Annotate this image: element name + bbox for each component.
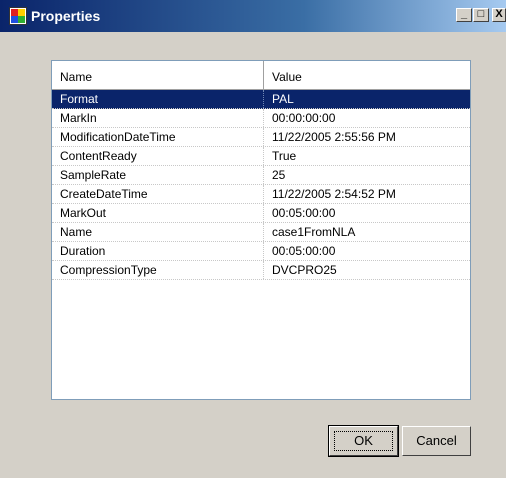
maximize-button[interactable]: □ bbox=[473, 8, 489, 22]
table-row[interactable]: ContentReady True bbox=[52, 147, 470, 166]
table-row[interactable]: CompressionType DVCPRO25 bbox=[52, 261, 470, 280]
close-button[interactable]: X bbox=[492, 8, 506, 22]
column-header-value[interactable]: Value bbox=[264, 61, 470, 89]
property-name-cell[interactable]: ModificationDateTime bbox=[52, 128, 264, 146]
property-name-cell[interactable]: CreateDateTime bbox=[52, 185, 264, 203]
table-row[interactable]: Format PAL bbox=[52, 90, 470, 109]
table-row[interactable]: MarkOut 00:05:00:00 bbox=[52, 204, 470, 223]
property-value-cell[interactable]: True bbox=[264, 147, 470, 165]
window-title: Properties bbox=[31, 8, 101, 24]
grid-header: Name Value bbox=[52, 61, 470, 90]
property-value-cell[interactable]: case1FromNLA bbox=[264, 223, 470, 241]
property-value-cell[interactable]: 00:05:00:00 bbox=[264, 242, 470, 260]
table-row[interactable]: ModificationDateTime 11/22/2005 2:55:56 P… bbox=[52, 128, 470, 147]
table-row[interactable]: Duration 00:05:00:00 bbox=[52, 242, 470, 261]
ok-button[interactable]: OK bbox=[328, 425, 399, 457]
property-value-cell[interactable]: 11/22/2005 2:54:52 PM bbox=[264, 185, 470, 203]
property-value-cell[interactable]: PAL bbox=[264, 90, 470, 108]
property-name-cell[interactable]: Name bbox=[52, 223, 264, 241]
property-name-cell[interactable]: Duration bbox=[52, 242, 264, 260]
property-value-cell[interactable]: 25 bbox=[264, 166, 470, 184]
property-name-cell[interactable]: MarkIn bbox=[52, 109, 264, 127]
column-header-name[interactable]: Name bbox=[52, 61, 264, 89]
app-icon bbox=[9, 7, 27, 25]
property-name-cell[interactable]: MarkOut bbox=[52, 204, 264, 222]
property-name-cell[interactable]: Format bbox=[52, 90, 264, 108]
property-grid[interactable]: Name Value Format PAL MarkIn 00:00:00:00 Mod… bbox=[51, 60, 471, 400]
property-value-cell[interactable]: 00:00:00:00 bbox=[264, 109, 470, 127]
property-value-cell[interactable]: 00:05:00:00 bbox=[264, 204, 470, 222]
table-row[interactable]: Name case1FromNLA bbox=[52, 223, 470, 242]
property-value-cell[interactable]: 11/22/2005 2:55:56 PM bbox=[264, 128, 470, 146]
property-name-cell[interactable]: ContentReady bbox=[52, 147, 264, 165]
focus-rectangle bbox=[334, 431, 393, 451]
cancel-button[interactable]: Cancel bbox=[402, 426, 471, 456]
property-value-cell[interactable]: DVCPRO25 bbox=[264, 261, 470, 279]
minimize-button[interactable]: _ bbox=[456, 8, 472, 22]
title-bar[interactable]: Properties _ □ X bbox=[0, 0, 506, 32]
property-name-cell[interactable]: SampleRate bbox=[52, 166, 264, 184]
grid-rows: Format PAL MarkIn 00:00:00:00 ModificationDa… bbox=[52, 90, 470, 280]
table-row[interactable]: MarkIn 00:00:00:00 bbox=[52, 109, 470, 128]
property-name-cell[interactable]: CompressionType bbox=[52, 261, 264, 279]
table-row[interactable]: SampleRate 25 bbox=[52, 166, 470, 185]
table-row[interactable]: CreateDateTime 11/22/2005 2:54:52 PM bbox=[52, 185, 470, 204]
